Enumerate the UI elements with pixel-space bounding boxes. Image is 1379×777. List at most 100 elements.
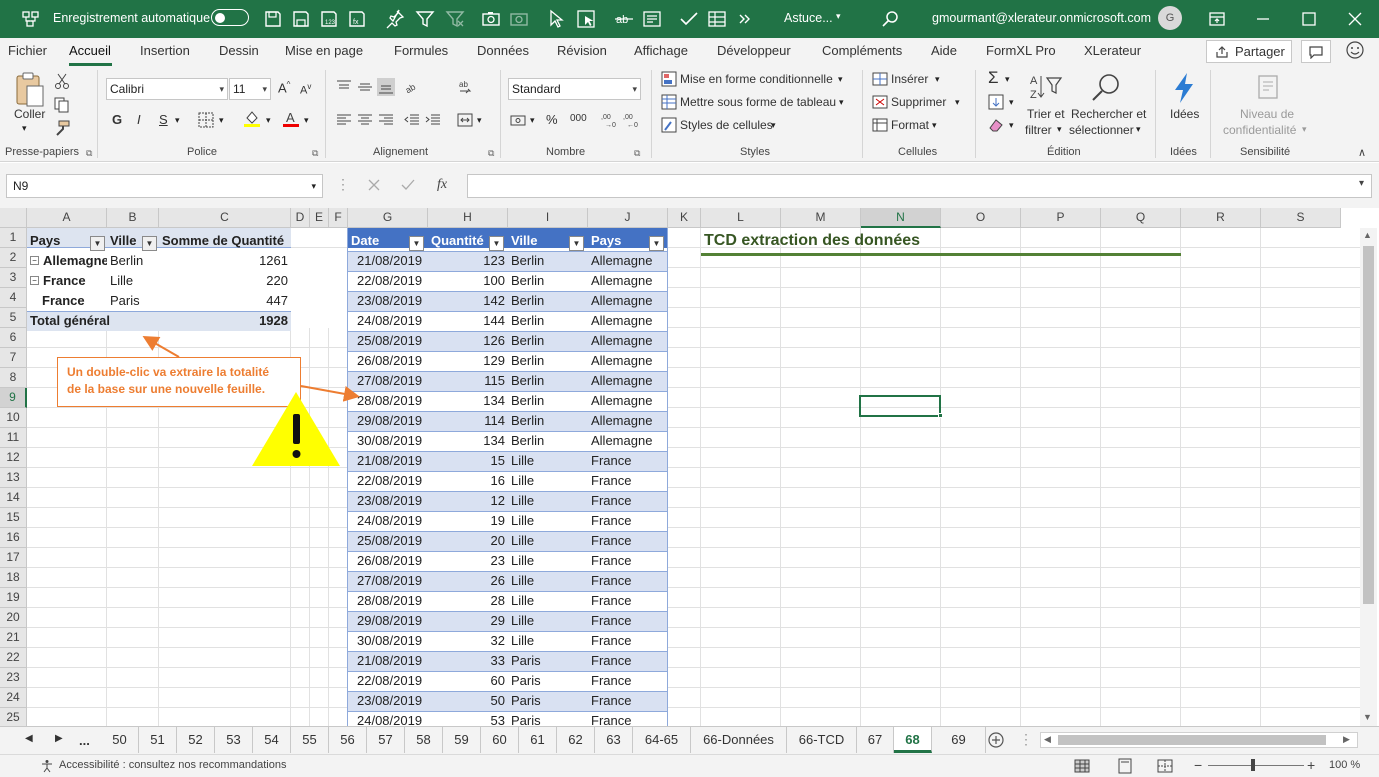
vertical-scroll-thumb[interactable]	[1363, 246, 1374, 604]
align-right-icon[interactable]	[377, 111, 395, 129]
find-select-label-1[interactable]: Rechercher et	[1071, 107, 1146, 121]
page-layout-icon[interactable]	[1117, 758, 1133, 774]
document-title[interactable]: Astuce...	[784, 11, 833, 25]
sheet-tab-58[interactable]: 58	[405, 727, 443, 753]
comments-button[interactable]	[1301, 40, 1331, 63]
tab-split-handle[interactable]: ⋮	[1019, 731, 1033, 748]
sheet-tab-68[interactable]: 68	[894, 727, 932, 753]
sheet-tab-63[interactable]: 63	[595, 727, 633, 753]
increase-font-icon[interactable]: A^	[278, 80, 290, 95]
ribbon-display-icon[interactable]	[1206, 8, 1228, 30]
select-cursor-icon[interactable]	[545, 8, 567, 30]
paste-label[interactable]: Coller	[14, 107, 45, 121]
sheet-tab-66-tcd[interactable]: 66-TCD	[787, 727, 857, 753]
cut-icon[interactable]	[53, 72, 71, 90]
photo-icon[interactable]	[508, 8, 530, 30]
horizontal-scroll-thumb[interactable]	[1058, 735, 1326, 745]
sheet-tab-50[interactable]: 50	[101, 727, 139, 753]
check-icon[interactable]	[678, 8, 700, 30]
sort-filter-label-2[interactable]: filtrer	[1025, 123, 1052, 137]
tab-xlerateur[interactable]: XLerateur	[1084, 43, 1141, 58]
sheet-tab-53[interactable]: 53	[215, 727, 253, 753]
tab-fichier[interactable]: Fichier	[8, 43, 47, 58]
italic-button[interactable]: I	[137, 112, 141, 127]
chevron-down-icon[interactable]: ▾	[477, 115, 482, 126]
cell-styles-icon[interactable]	[660, 116, 678, 134]
tab-aide[interactable]: Aide	[931, 43, 957, 58]
underline-button[interactable]: S	[159, 112, 168, 127]
autosave-toggle[interactable]	[211, 9, 249, 26]
align-bottom-icon[interactable]	[377, 78, 395, 96]
minimize-icon[interactable]	[1252, 8, 1274, 30]
accessibility-status[interactable]: Accessibilité : consultez nos recommanda…	[59, 759, 286, 771]
chevron-down-icon[interactable]: ▾	[1009, 97, 1014, 108]
decrease-indent-icon[interactable]	[403, 111, 421, 129]
chevron-down-icon[interactable]: ▾	[1302, 124, 1307, 135]
tab-complements[interactable]: Compléments	[822, 43, 902, 58]
chevron-down-icon[interactable]: ▾	[266, 115, 271, 126]
chevron-down-icon[interactable]: ▾	[932, 120, 937, 131]
borders-icon[interactable]	[197, 111, 215, 129]
conditional-format-icon[interactable]	[660, 70, 678, 88]
sheet-tab-69[interactable]: 69	[932, 727, 986, 753]
sheet-tab-67[interactable]: 67	[857, 727, 894, 753]
tab-insertion[interactable]: Insertion	[140, 43, 190, 58]
insert-function-button[interactable]: fx	[437, 177, 447, 193]
cell-styles-button[interactable]: Styles de cellules	[680, 118, 773, 132]
chevron-down-icon[interactable]: ▾	[836, 11, 841, 22]
dialog-launcher-icon[interactable]: ⧉	[312, 148, 318, 159]
align-left-icon[interactable]	[335, 111, 353, 129]
share-button[interactable]: Partager	[1206, 40, 1292, 63]
autosum-icon[interactable]: Σ	[988, 68, 999, 88]
sheet-tab-61[interactable]: 61	[519, 727, 557, 753]
strikethrough-icon[interactable]: ab	[613, 8, 635, 30]
chevron-down-icon[interactable]: ▾	[935, 74, 940, 85]
sensitivity-label-1[interactable]: Niveau de	[1240, 107, 1294, 121]
format-table-button[interactable]: Mettre sous forme de tableau	[680, 95, 836, 109]
paste-icon[interactable]	[13, 72, 47, 110]
fill-down-icon[interactable]	[987, 93, 1005, 111]
horizontal-scrollbar[interactable]: ◀ ▶	[1040, 732, 1358, 748]
font-name-select[interactable]: Calibri ▾	[106, 78, 228, 100]
tab-mise-en-page[interactable]: Mise en page	[285, 43, 363, 58]
save-as-icon[interactable]	[290, 8, 312, 30]
zoom-slider-thumb[interactable]	[1251, 759, 1255, 771]
sheet-tab-66-données[interactable]: 66-Données	[691, 727, 787, 753]
sheet-tab-60[interactable]: 60	[481, 727, 519, 753]
format-painter-icon[interactable]	[53, 119, 71, 137]
copy-icon[interactable]	[53, 96, 71, 114]
sheet-tab-55[interactable]: 55	[291, 727, 329, 753]
sheet-tab-62[interactable]: 62	[557, 727, 595, 753]
sheet-tab-57[interactable]: 57	[367, 727, 405, 753]
format-cells-button[interactable]: Format	[891, 118, 929, 132]
chevron-down-icon[interactable]: ▾	[955, 97, 960, 108]
chevron-down-icon[interactable]: ▾	[1009, 120, 1014, 131]
font-color-icon[interactable]: A	[282, 109, 300, 127]
chevron-down-icon[interactable]: ▾	[530, 115, 535, 126]
ideas-button[interactable]: Idées	[1170, 107, 1199, 121]
tab-dessin[interactable]: Dessin	[219, 43, 259, 58]
vertical-scrollbar[interactable]: ▲ ▼	[1360, 228, 1377, 726]
ideas-icon[interactable]	[1170, 72, 1198, 104]
save-icon[interactable]	[262, 8, 284, 30]
dialog-launcher-icon[interactable]: ⧉	[488, 148, 494, 159]
user-email[interactable]: gmourmant@xlerateur.onmicrosoft.com	[932, 11, 1151, 25]
tab-accueil[interactable]: Accueil	[69, 43, 111, 58]
chevron-down-icon[interactable]: ▾	[1057, 124, 1062, 135]
name-box[interactable]: N9 ▾	[6, 174, 323, 198]
zoom-level[interactable]: 100 %	[1329, 759, 1360, 771]
collapse-ribbon-icon[interactable]: ∧	[1358, 146, 1366, 159]
worksheet-grid[interactable]: ABCDEFGHIJKLMNOPQRS 1 2 3 4 5 6 7 8 9 10 11 12 13 14 1…	[0, 208, 1379, 726]
align-middle-icon[interactable]	[356, 78, 374, 96]
sensitivity-icon[interactable]	[1254, 72, 1282, 102]
scroll-right-icon[interactable]: ▶	[1343, 734, 1350, 745]
decrease-font-icon[interactable]: Av	[300, 82, 311, 97]
chevron-down-icon[interactable]: ▾	[839, 97, 844, 108]
align-center-icon[interactable]	[356, 111, 374, 129]
tab-formules[interactable]: Formules	[394, 43, 448, 58]
chevron-down-icon[interactable]: ▾	[219, 115, 224, 126]
sort-filter-icon[interactable]: AZ	[1030, 72, 1064, 104]
expand-formula-icon[interactable]: ▾	[1359, 178, 1364, 189]
dialog-launcher-icon[interactable]: ⧉	[634, 148, 640, 159]
form-icon[interactable]	[641, 8, 663, 30]
